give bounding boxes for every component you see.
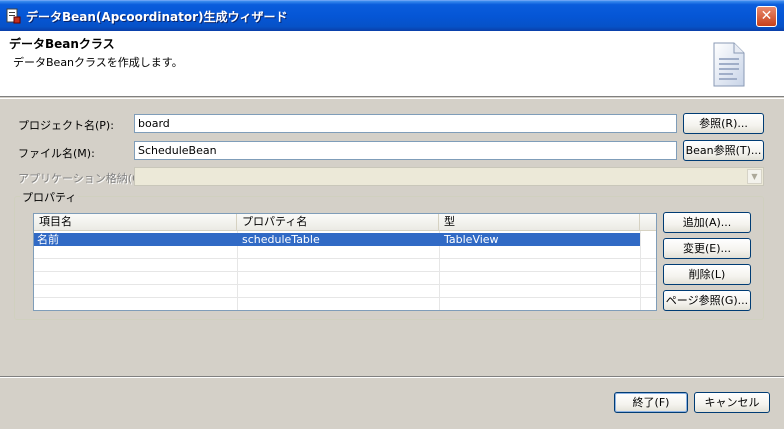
column-header-item[interactable]: 項目名	[34, 214, 237, 231]
column-header-type[interactable]: 型	[439, 214, 640, 231]
table-row[interactable]	[34, 298, 656, 310]
properties-group-label: プロパティ	[20, 189, 79, 205]
close-button[interactable]: ✕	[756, 6, 777, 27]
chevron-down-icon: ▼	[747, 169, 762, 184]
wizard-dialog: データBean(Apcoordinator)生成ウィザード ✕ データBeanク…	[0, 0, 784, 429]
file-name-label: ファイル名(M):	[18, 147, 95, 160]
edit-button[interactable]: 変更(E)...	[663, 238, 751, 259]
column-header-property[interactable]: プロパティ名	[237, 214, 439, 231]
cell-item: 名前	[37, 233, 59, 246]
add-button[interactable]: 追加(A)...	[663, 212, 751, 233]
page-description: データBeanクラスを作成します。	[13, 56, 183, 69]
app-store-label: アプリケーション格納(O):	[18, 172, 149, 185]
table-row[interactable]	[34, 285, 656, 298]
cancel-button[interactable]: キャンセル	[694, 392, 770, 413]
header-banner: データBeanクラス データBeanクラスを作成します。	[0, 31, 784, 97]
wizard-app-icon	[6, 8, 21, 24]
page-reference-button[interactable]: ページ参照(G)...	[663, 290, 751, 311]
document-icon	[713, 42, 745, 87]
footer-divider-highlight	[0, 377, 784, 378]
project-browse-button[interactable]: 参照(R)...	[683, 113, 764, 134]
banner-divider	[0, 98, 784, 99]
table-row[interactable]	[34, 272, 656, 285]
finish-button[interactable]: 終了(F)	[614, 392, 688, 413]
delete-button[interactable]: 削除(L)	[663, 264, 751, 285]
table-row[interactable]: 名前 scheduleTable TableView	[34, 233, 640, 246]
bean-browse-button[interactable]: Bean参照(T)...	[683, 140, 764, 161]
page-title: データBeanクラス	[9, 37, 115, 51]
table-row[interactable]	[34, 246, 656, 259]
cell-type: TableView	[444, 233, 499, 246]
properties-table[interactable]: 項目名 プロパティ名 型 名前 scheduleTable TableView	[33, 213, 657, 311]
table-header: 項目名 プロパティ名 型	[34, 214, 656, 231]
cell-property: scheduleTable	[242, 233, 320, 246]
app-store-combo: ▼	[134, 167, 764, 186]
title-bar[interactable]: データBean(Apcoordinator)生成ウィザード ✕	[0, 0, 784, 31]
window-title: データBean(Apcoordinator)生成ウィザード	[26, 10, 288, 24]
project-name-label: プロジェクト名(P):	[18, 119, 114, 132]
file-name-field[interactable]: ScheduleBean	[134, 141, 677, 160]
project-name-field[interactable]: board	[134, 114, 677, 133]
close-icon: ✕	[760, 8, 773, 24]
table-row[interactable]	[34, 259, 656, 272]
